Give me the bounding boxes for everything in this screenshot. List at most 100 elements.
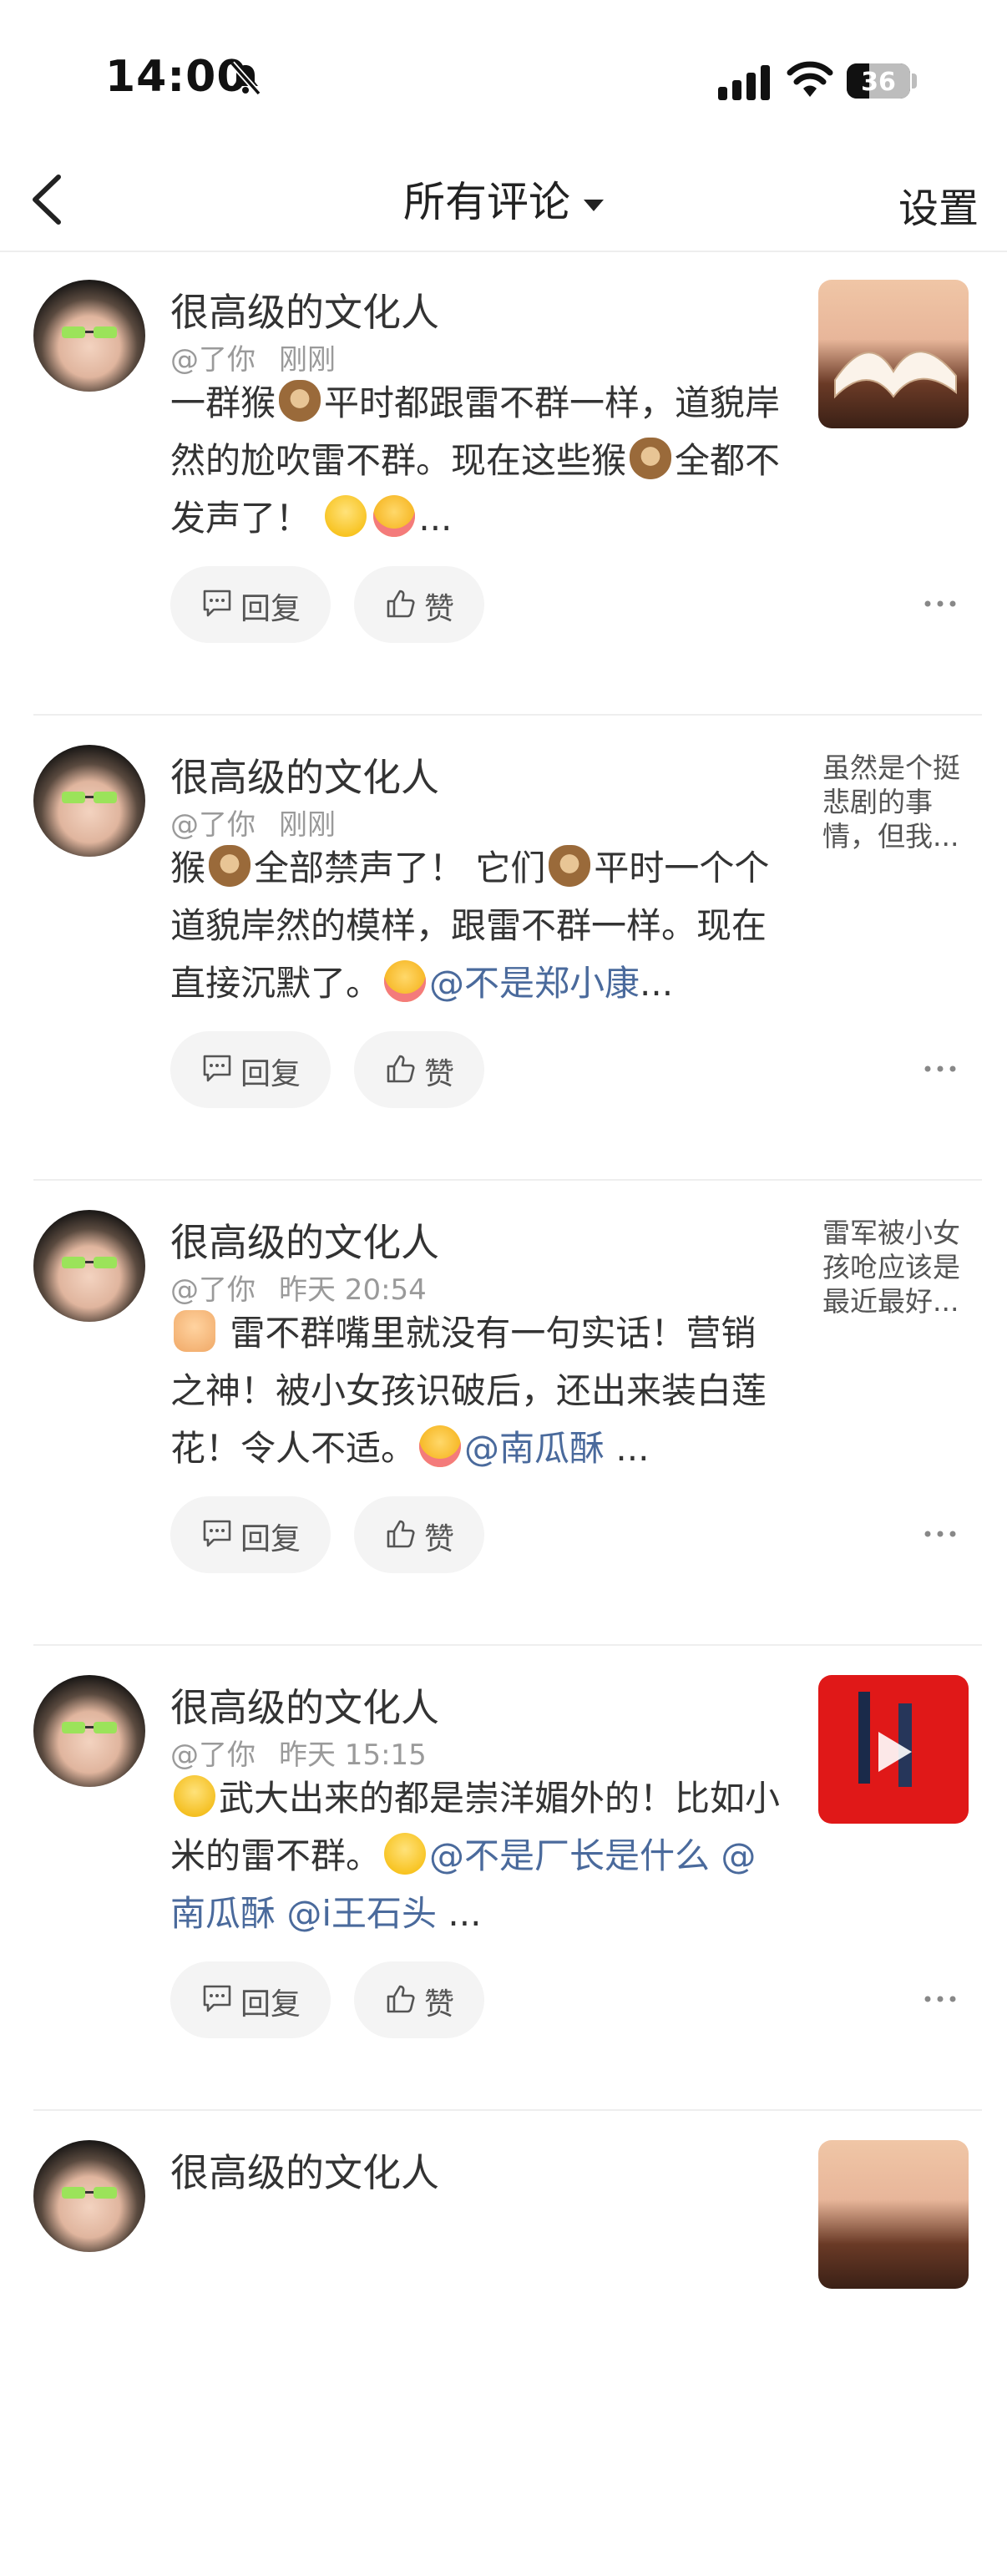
video-image[interactable] <box>818 1675 969 1824</box>
wifi-icon <box>787 61 833 97</box>
avatar[interactable] <box>33 1675 145 1787</box>
comment-bubble-icon <box>203 1520 231 1547</box>
comment-time: 昨天 20:54 <box>279 1273 427 1307</box>
comment-text-segment: 猴 <box>170 848 206 888</box>
reply-label: 回复 <box>240 1057 301 1091</box>
mention-target: @了你 <box>170 1273 256 1307</box>
comment-time: 刚刚 <box>279 808 336 842</box>
cellular-signal-icon <box>718 65 770 100</box>
comment-time: 刚刚 <box>279 343 336 377</box>
comment-card: 很高级的文化人 @了你 刚刚 一群猴 平时都跟雷不群一样，道貌岸然的尬吹雷不群。现在这些… <box>0 251 1007 716</box>
comment-text-segment: ... <box>437 1893 482 1934</box>
battery-percent: 36 <box>861 68 896 97</box>
mention-target: @了你 <box>170 808 256 842</box>
like-button[interactable]: 赞 <box>354 1961 484 2038</box>
avatar[interactable] <box>33 745 145 857</box>
mention-link[interactable]: @不是郑小康 <box>429 963 640 1004</box>
thumb-emoji-icon <box>174 1310 215 1352</box>
username[interactable]: 很高级的文化人 <box>170 747 439 802</box>
more-options-icon[interactable] <box>924 1063 957 1075</box>
comment-meta: @了你 刚刚 <box>170 337 359 377</box>
comment-bubble-icon <box>203 1055 231 1082</box>
avatar[interactable] <box>33 280 145 392</box>
avatar[interactable] <box>33 1210 145 1322</box>
grin-emoji-icon <box>384 1833 427 1875</box>
more-options-icon[interactable] <box>924 1528 957 1540</box>
quoted-post-preview[interactable]: 虽然是个挺悲剧的事情，但我... <box>822 751 981 853</box>
avatar-glasses-graphic <box>62 1257 117 1268</box>
reply-label: 回复 <box>240 592 301 626</box>
blush-emoji-icon <box>419 1425 462 1467</box>
battery-indicator: 36 <box>847 63 910 99</box>
blush-emoji-icon <box>384 960 427 1002</box>
reply-label: 回复 <box>240 1522 301 1556</box>
avatar[interactable] <box>33 2140 145 2252</box>
blush-emoji-icon <box>373 495 416 537</box>
nav-bar: 所有评论 设置 <box>0 150 1007 252</box>
comment-filter-dropdown[interactable]: 所有评论 <box>0 169 1007 229</box>
more-options-icon[interactable] <box>924 1993 957 2005</box>
username[interactable]: 很高级的文化人 <box>170 2143 439 2198</box>
thumbs-up-icon <box>387 590 415 618</box>
mention-target: @了你 <box>170 343 256 377</box>
reply-button[interactable]: 回复 <box>170 1031 331 1108</box>
comment-card: 很高级的文化人 @了你 刚刚猴全部禁声了！ 它们 平时一个个道貌岸然的模样，跟雷不群一… <box>0 716 1007 1181</box>
like-button[interactable]: 赞 <box>354 566 484 643</box>
battery-nub <box>912 73 917 89</box>
mention-target: @了你 <box>170 1738 256 1772</box>
page-title: 所有评论 <box>403 178 570 226</box>
comment-time: 昨天 15:15 <box>279 1738 427 1772</box>
username[interactable]: 很高级的文化人 <box>170 1212 439 1268</box>
quoted-post-preview[interactable]: 雷军被小女孩呛应该是最近最好... <box>822 1216 981 1318</box>
comment-meta: @了你 昨天 15:15 <box>170 1732 450 1773</box>
comment-text: 一群猴 平时都跟雷不群一样，道貌岸然的尬吹雷不群。现在这些猴 全都不发声了！ ... <box>170 374 788 547</box>
comment-text: 武大出来的都是崇洋媚外的！比如小米的雷不群。 @不是厂长是什么 @南瓜酥 @i王石… <box>170 1769 788 1942</box>
comment-text-segment: ... <box>418 498 453 539</box>
reply-button[interactable]: 回复 <box>170 1961 331 2038</box>
book-image[interactable] <box>818 280 969 428</box>
comment-text-segment: ... <box>605 1428 650 1469</box>
crowd-image[interactable] <box>818 2140 969 2289</box>
thumbs-up-icon <box>387 1985 415 2013</box>
comment-meta: @了你 刚刚 <box>170 802 359 843</box>
comment-text-segment <box>710 1835 721 1876</box>
reply-button[interactable]: 回复 <box>170 1496 331 1573</box>
reply-label: 回复 <box>240 1987 301 2022</box>
like-label: 赞 <box>424 1987 455 2022</box>
avatar-glasses-graphic <box>62 326 117 338</box>
like-button[interactable]: 赞 <box>354 1496 484 1573</box>
caret-down-icon <box>584 199 604 211</box>
avatar-glasses-graphic <box>62 1722 117 1733</box>
settings-button[interactable]: 设置 <box>898 175 979 234</box>
like-label: 赞 <box>424 1522 455 1556</box>
sweat-emoji-icon <box>174 1775 215 1817</box>
comment-text: 猴全部禁声了！ 它们 平时一个个道貌岸然的模样，跟雷不群一样。现在直接沉默了。 @不… <box>170 839 788 1012</box>
thumbs-up-icon <box>387 1520 415 1548</box>
username[interactable]: 很高级的文化人 <box>170 282 439 337</box>
open-book-graphic <box>834 351 957 399</box>
comment-text-segment: ... <box>640 963 674 1004</box>
comment-bubble-icon <box>203 590 231 617</box>
comment-text-segment: 全部禁声了！ 它们 <box>254 848 546 888</box>
mention-link[interactable]: @南瓜酥 <box>464 1428 605 1469</box>
play-icon <box>858 1692 912 1787</box>
mention-link[interactable]: @i王石头 <box>286 1893 437 1934</box>
monkey-emoji-icon <box>209 845 251 887</box>
more-options-icon[interactable] <box>924 598 957 610</box>
comment-card: 很高级的文化人 @了你 昨天 20:54 雷不群嘴里就没有一句实话！营销之神！被小女… <box>0 1181 1007 1646</box>
comment-text-segment: 一群猴 <box>170 382 276 423</box>
like-label: 赞 <box>424 592 455 626</box>
username[interactable]: 很高级的文化人 <box>170 1678 439 1733</box>
comment-meta: @了你 昨天 20:54 <box>170 1267 450 1308</box>
monkey-emoji-icon <box>630 438 672 479</box>
avatar-glasses-graphic <box>62 792 117 803</box>
comment-card: 很高级的文化人 @了你 昨天 15:15 武大出来的都是崇洋媚外的！比如小米的雷不群。… <box>0 1646 1007 2111</box>
status-bar: 14:00 36 <box>0 0 1007 150</box>
monkey-emoji-icon <box>279 380 321 422</box>
status-time: 14:00 <box>105 52 248 102</box>
like-button[interactable]: 赞 <box>354 1031 484 1108</box>
mention-link[interactable]: @不是厂长是什么 <box>429 1835 710 1876</box>
comment-text-segment <box>276 1893 286 1934</box>
reply-button[interactable]: 回复 <box>170 566 331 643</box>
monkey-emoji-icon <box>549 845 591 887</box>
